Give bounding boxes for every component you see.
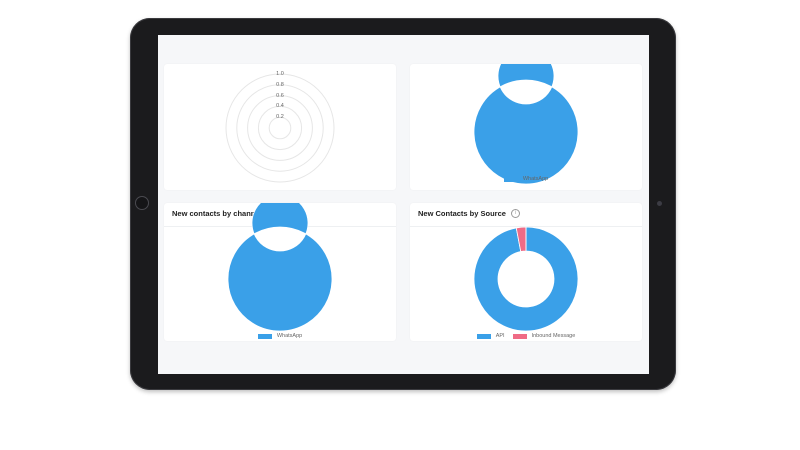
contacts-by-source-donut [473,226,579,332]
donut-slice-whatsapp[interactable] [227,203,333,332]
radar-grid-ring [268,116,292,140]
chart-legend: API Inbound Message [410,333,642,339]
legend-label: WhatsApp [276,333,303,339]
dashboard-screen: 1.0 0.8 0.6 0.4 0.2 WhatsApp New contacts by… [158,35,649,374]
legend-item[interactable]: API [476,333,505,339]
contacts-by-channel-donut [227,203,333,332]
radar-tick-label: 0.2 [276,114,284,121]
radar-tick-label: 1.0 [276,71,284,77]
radar-grid-ring [225,73,335,183]
radar-tick-label: 0.6 [276,92,284,99]
legend-swatch [476,333,491,339]
legend-item[interactable]: WhatsApp [257,333,303,339]
radar-tick-label: 0.4 [276,103,284,110]
radar-tick-label: 0.8 [276,81,284,88]
chart-legend: WhatsApp [164,333,396,339]
legend-swatch [512,333,527,339]
legend-item[interactable]: Inbound Message [512,333,576,339]
legend-swatch [257,333,272,339]
camera-dot [657,201,662,206]
chart-legend: WhatsApp [410,176,642,182]
contacts-by-channel-card: New contacts by channel WhatsApp [164,203,396,341]
radar-grid-ring [257,105,303,151]
legend-label: Inbound Message [531,333,576,339]
legend-swatch [503,176,518,182]
contacts-by-source-card: New Contacts by Source i API Inbound Mess… [410,203,642,341]
home-button[interactable] [135,196,149,210]
radar-chart-card: 1.0 0.8 0.6 0.4 0.2 [164,64,396,190]
legend-item[interactable]: WhatsApp [503,176,549,182]
legend-label: API [495,333,505,339]
channel-donut-card: WhatsApp [410,64,642,190]
channel-donut-chart [473,64,579,185]
legend-label: WhatsApp [522,176,549,182]
